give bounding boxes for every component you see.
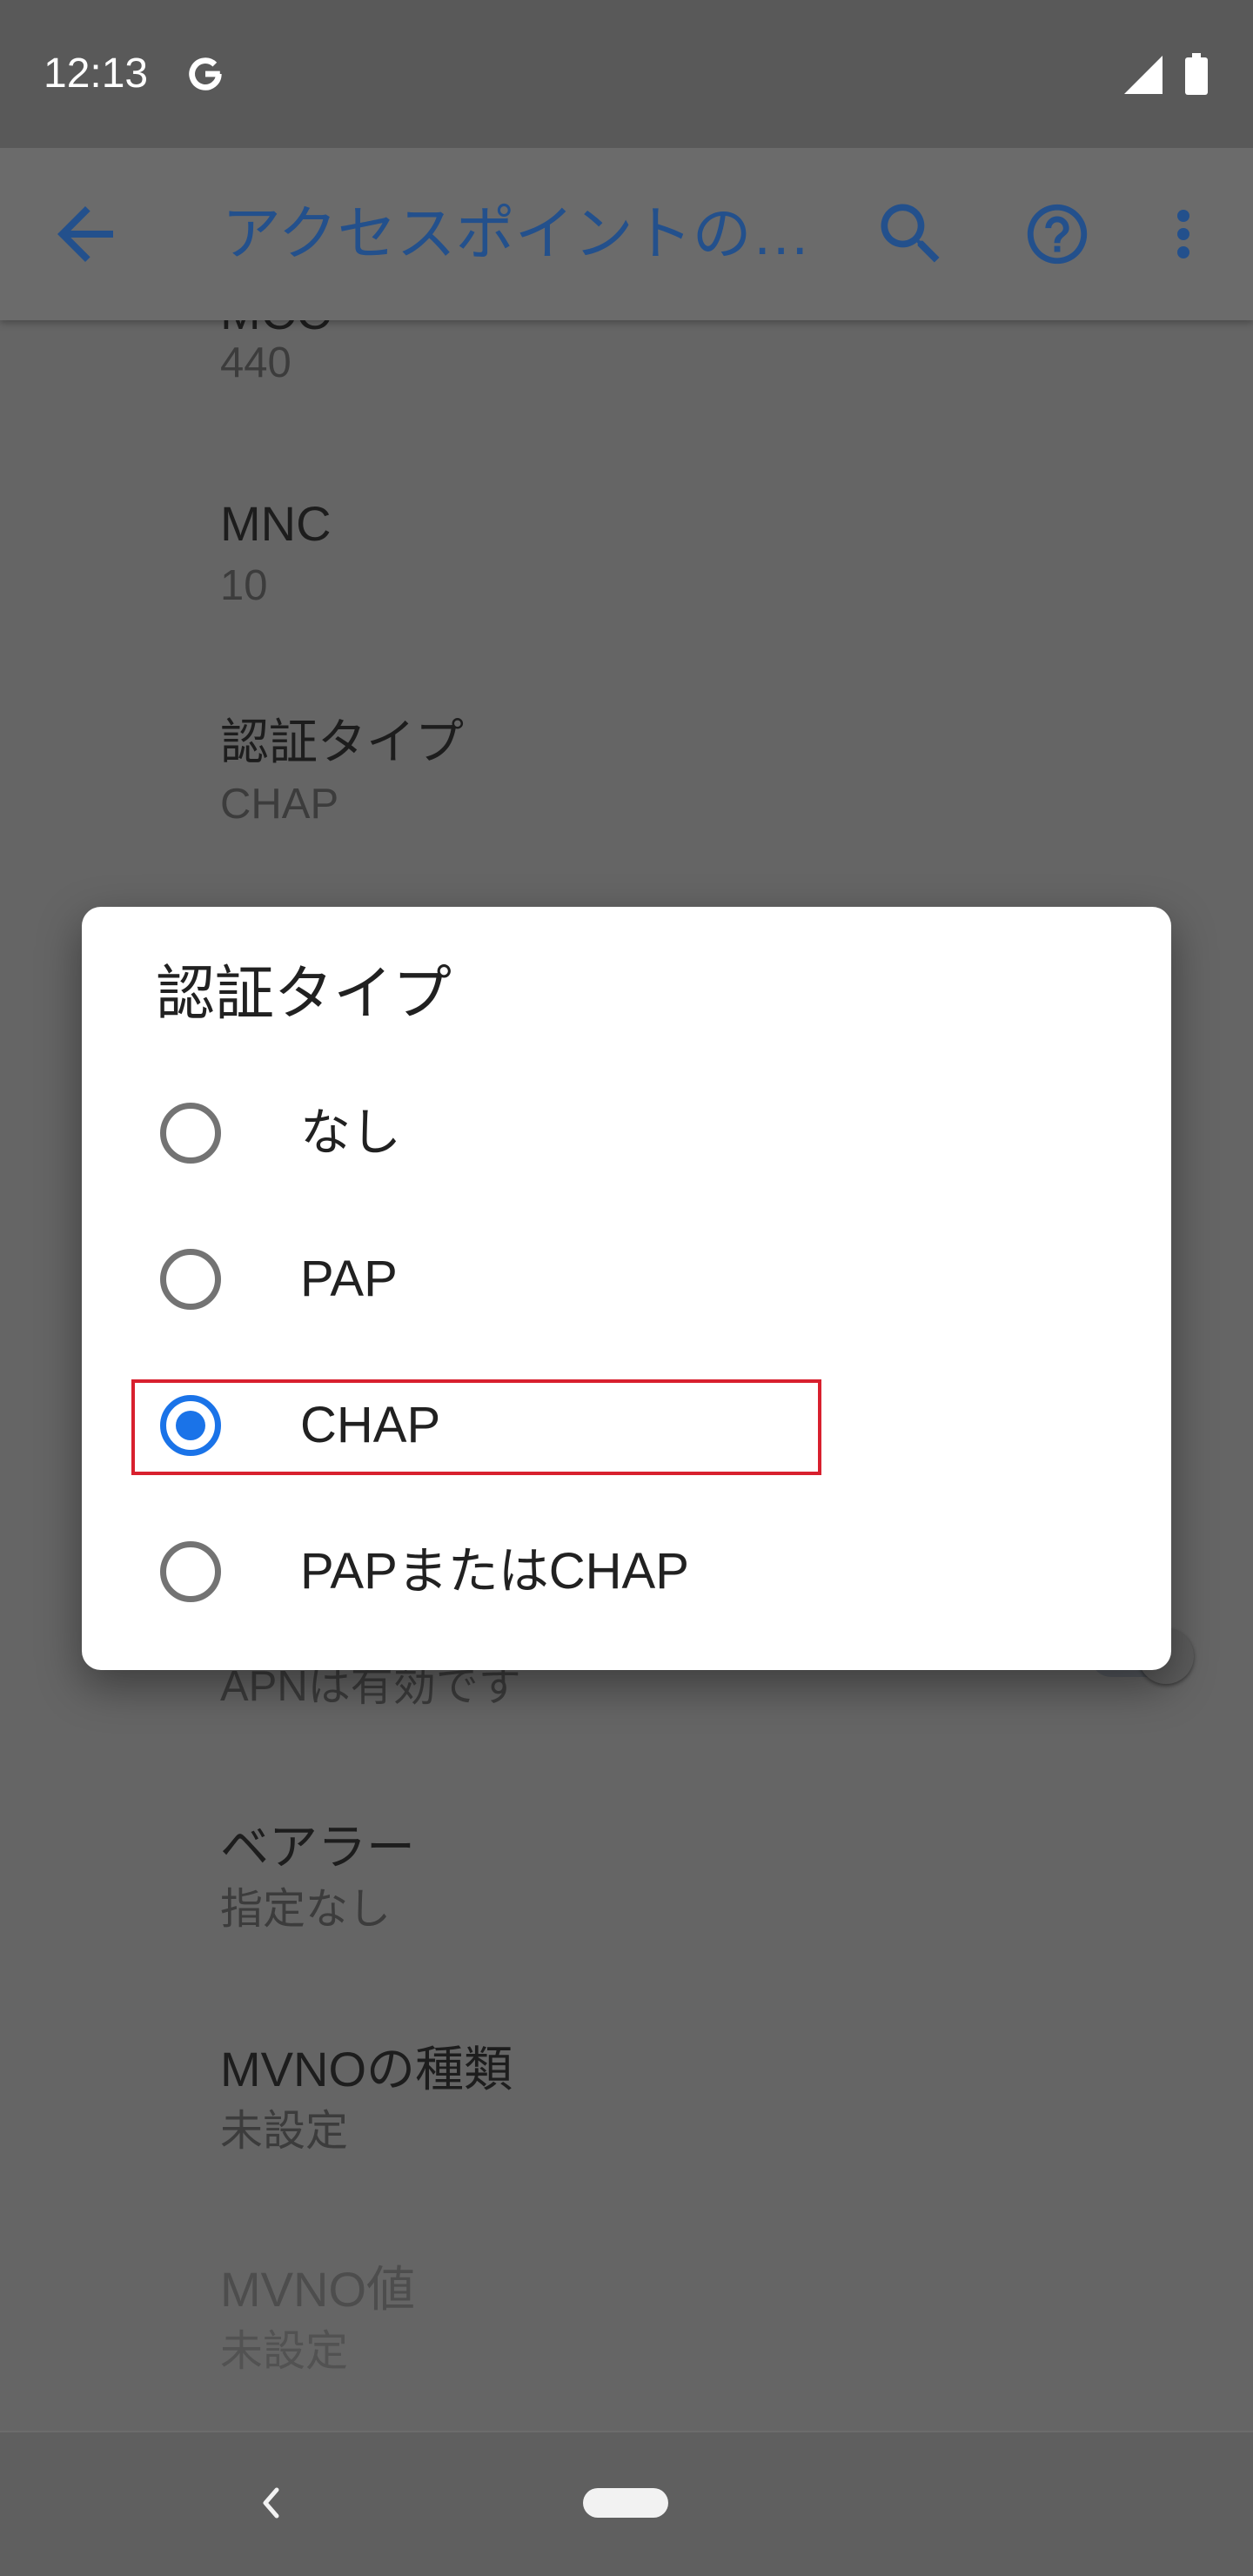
radio-option-label: なし — [300, 1104, 402, 1161]
radio-option-pap-or-chap[interactable]: PAPまたはCHAP — [82, 1499, 1171, 1645]
setting-title: 認証タイプ — [220, 714, 464, 769]
radio-option-label: PAP — [300, 1251, 398, 1307]
more-vert-icon — [1177, 210, 1189, 258]
setting-mvno-type[interactable]: MVNOの種類 未設定 — [0, 1995, 1253, 2213]
arrow-back-icon — [57, 206, 113, 262]
search-icon — [881, 204, 940, 263]
radio-button[interactable] — [160, 1103, 221, 1164]
radio-button[interactable] — [160, 1249, 221, 1310]
more-options-button[interactable] — [1147, 198, 1220, 271]
cell-signal-icon — [1124, 56, 1163, 94]
radio-option-pap[interactable]: PAP — [82, 1206, 1171, 1352]
setting-mvno-value: MVNO値 未設定 — [0, 2215, 1253, 2433]
google-icon — [189, 57, 222, 91]
back-button[interactable] — [44, 192, 127, 276]
radio-option-label: PAPまたはCHAP — [300, 1543, 689, 1600]
search-button[interactable] — [871, 194, 951, 274]
app-bar: アクセスポイントの… — [0, 148, 1253, 320]
setting-summary: CHAP — [220, 781, 339, 828]
radio-option-none[interactable]: なし — [82, 1060, 1171, 1206]
setting-title: MVNOの種類 — [220, 2042, 513, 2096]
setting-summary: 未設定 — [220, 2328, 349, 2375]
home-pill-icon[interactable] — [583, 2488, 668, 2518]
dialog-title: 認証タイプ — [156, 961, 452, 1027]
setting-bearer[interactable]: ベアラー 指定なし — [0, 1773, 1253, 1991]
setting-auth-type[interactable]: 認証タイプ CHAP — [0, 667, 1253, 886]
battery-icon — [1185, 53, 1208, 95]
radio-button[interactable] — [160, 1541, 221, 1602]
page-title: アクセスポイントの… — [222, 201, 811, 267]
setting-summary: 指定なし — [220, 1886, 392, 1933]
back-chevron-icon[interactable] — [258, 2485, 284, 2520]
help-button[interactable] — [1022, 198, 1093, 270]
navigation-bar — [0, 2431, 1253, 2576]
setting-summary: 440 — [220, 339, 291, 386]
setting-title: MVNO値 — [220, 2262, 415, 2317]
setting-title: ベアラー — [220, 1820, 415, 1875]
highlight-annotation-box — [131, 1379, 821, 1475]
status-bar: 12:13 — [0, 0, 1253, 148]
help-icon — [1027, 204, 1088, 265]
auth-type-dialog: 認証タイプ なし PAP CHAP PAPまたはCHAP — [82, 907, 1171, 1670]
setting-summary: 10 — [220, 562, 268, 609]
setting-mnc[interactable]: MNC 10 — [0, 449, 1253, 667]
setting-title: MNC — [220, 496, 332, 551]
status-time: 12:13 — [44, 50, 149, 97]
setting-summary: 未設定 — [220, 2108, 349, 2155]
